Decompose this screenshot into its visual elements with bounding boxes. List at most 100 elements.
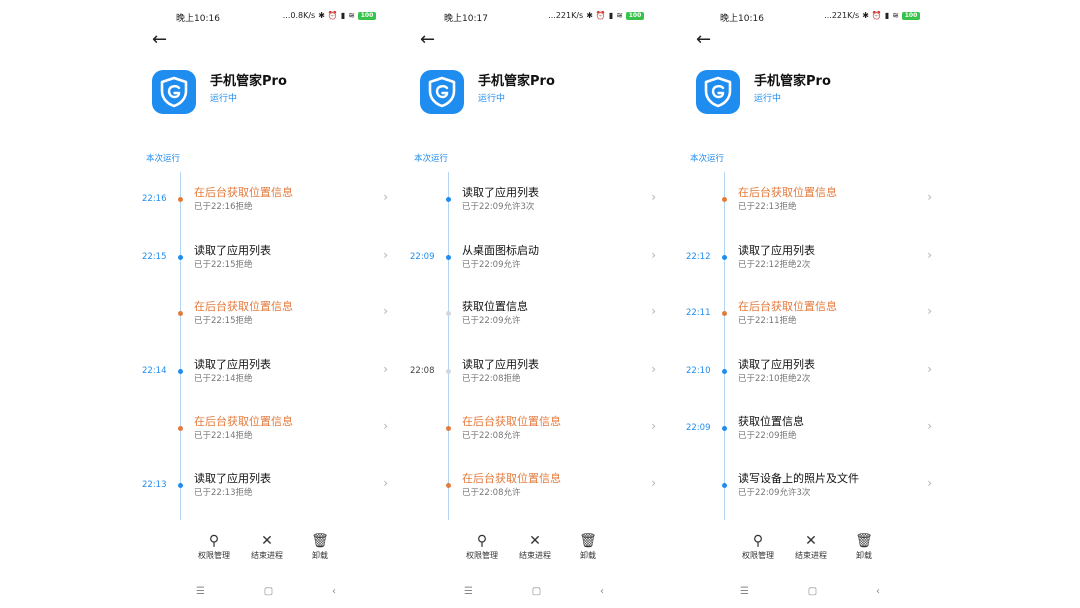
system-nav-bar: ☰ ▢ ‹ xyxy=(740,582,880,600)
battery-icon: 100 xyxy=(902,11,920,20)
event-row[interactable]: 22:09 从桌面图标启动 已于22:09允许 › xyxy=(404,242,676,282)
app-status: 运行中 xyxy=(754,94,782,104)
event-row[interactable]: 在后台获取位置信息 已于22:08允许 › xyxy=(404,470,676,510)
end-process-button[interactable]: ✕ 结束进程 xyxy=(789,532,833,564)
end-process-label: 结束进程 xyxy=(795,551,827,560)
event-time-label: 22:08 xyxy=(410,366,435,376)
event-row[interactable]: 22:10 读取了应用列表 已于22:10拒绝2次 › xyxy=(680,356,952,396)
phone-screen-2: 晚上10:17 ...221K/s ✱ ⏰ ▮ ≋ 100 ← 手机管家Pro … xyxy=(404,0,676,608)
status-time: 晚上10:16 xyxy=(176,14,220,24)
status-bar: 晚上10:16 ...0.8K/s ✱ ⏰ ▮ ≋ 100 xyxy=(136,9,408,25)
app-name: 手机管家Pro xyxy=(754,74,831,89)
event-row[interactable]: 22:14 读取了应用列表 已于22:14拒绝 › xyxy=(136,356,408,396)
uninstall-button[interactable]: 🗑 卸载 xyxy=(298,532,342,564)
battery-icon: 100 xyxy=(358,11,376,20)
event-row[interactable]: 22:11 在后台获取位置信息 已于22:11拒绝 › xyxy=(680,298,952,338)
chevron-right-icon: › xyxy=(383,248,388,262)
status-bar: 晚上10:17 ...221K/s ✱ ⏰ ▮ ≋ 100 xyxy=(404,9,676,25)
close-icon: ✕ xyxy=(529,533,541,549)
event-time-label: 22:15 xyxy=(142,252,167,262)
chevron-right-icon: › xyxy=(927,419,932,433)
chevron-right-icon: › xyxy=(651,419,656,433)
back-arrow-icon[interactable]: ← xyxy=(152,30,172,50)
timeline-dot xyxy=(178,255,183,260)
event-row[interactable]: 在后台获取位置信息 已于22:13拒绝 › xyxy=(680,184,952,224)
back-arrow-icon[interactable]: ← xyxy=(420,30,440,50)
back-nav-icon[interactable]: ‹ xyxy=(600,586,604,597)
event-subtitle: 已于22:08拒绝 xyxy=(462,374,521,384)
app-shield-icon xyxy=(152,70,196,114)
key-icon: ⚲ xyxy=(752,533,764,549)
event-time-label: 22:14 xyxy=(142,366,167,376)
event-subtitle: 已于22:08允许 xyxy=(462,431,521,441)
event-title: 读写设备上的照片及文件 xyxy=(738,472,859,485)
end-process-button[interactable]: ✕ 结束进程 xyxy=(245,532,289,564)
event-subtitle: 已于22:11拒绝 xyxy=(738,316,797,326)
menu-icon[interactable]: ☰ xyxy=(464,586,473,597)
event-row[interactable]: 在后台获取位置信息 已于22:15拒绝 › xyxy=(136,298,408,338)
event-title: 从桌面图标启动 xyxy=(462,244,539,257)
alarm-icon: ⏰ xyxy=(327,11,338,20)
menu-icon[interactable]: ☰ xyxy=(196,586,205,597)
event-title: 在后台获取位置信息 xyxy=(738,300,837,313)
app-name: 手机管家Pro xyxy=(478,74,555,89)
system-nav-bar: ☰ ▢ ‹ xyxy=(196,582,336,600)
event-time-label: 22:12 xyxy=(686,252,711,262)
end-process-button[interactable]: ✕ 结束进程 xyxy=(513,532,557,564)
event-title: 读取了应用列表 xyxy=(738,244,815,257)
phone-screen-3: 晚上10:16 ...221K/s ✱ ⏰ ▮ ≋ 100 ← 手机管家Pro … xyxy=(680,0,952,608)
uninstall-button[interactable]: 🗑 卸载 xyxy=(566,532,610,564)
event-row[interactable]: 22:16 在后台获取位置信息 已于22:16拒绝 › xyxy=(136,184,408,224)
trash-icon: 🗑 xyxy=(579,533,597,549)
bottom-actions: ⚲ 权限管理 ✕ 结束进程 🗑 卸载 xyxy=(736,532,886,564)
event-subtitle: 已于22:09拒绝 xyxy=(738,431,797,441)
timeline-dot xyxy=(446,197,451,202)
event-subtitle: 已于22:15拒绝 xyxy=(194,316,253,326)
key-icon: ⚲ xyxy=(476,533,488,549)
back-nav-icon[interactable]: ‹ xyxy=(876,586,880,597)
event-time-label: 22:11 xyxy=(686,308,711,318)
key-icon: ⚲ xyxy=(208,533,220,549)
back-nav-icon[interactable]: ‹ xyxy=(332,586,336,597)
permission-manage-button[interactable]: ⚲ 权限管理 xyxy=(736,532,780,564)
home-icon[interactable]: ▢ xyxy=(264,586,273,597)
chevron-right-icon: › xyxy=(927,304,932,318)
event-row[interactable]: 22:13 读取了应用列表 已于22:13拒绝 › xyxy=(136,470,408,510)
timeline-dot xyxy=(446,369,451,374)
section-header: 本次运行 xyxy=(690,154,725,164)
event-time-label: 22:13 xyxy=(142,480,167,490)
permission-manage-button[interactable]: ⚲ 权限管理 xyxy=(192,532,236,564)
status-time: 晚上10:16 xyxy=(720,14,764,24)
permission-manage-button[interactable]: ⚲ 权限管理 xyxy=(460,532,504,564)
event-row[interactable]: 在后台获取位置信息 已于22:14拒绝 › xyxy=(136,413,408,453)
event-row[interactable]: 读取了应用列表 已于22:09允许3次 › xyxy=(404,184,676,224)
bluetooth-icon: ✱ xyxy=(586,11,593,20)
event-row[interactable]: 读写设备上的照片及文件 已于22:09允许3次 › xyxy=(680,470,952,510)
home-icon[interactable]: ▢ xyxy=(532,586,541,597)
timeline-dot xyxy=(178,426,183,431)
event-row[interactable]: 在后台获取位置信息 已于22:08允许 › xyxy=(404,413,676,453)
bluetooth-icon: ✱ xyxy=(862,11,869,20)
event-row[interactable]: 22:08 读取了应用列表 已于22:08拒绝 › xyxy=(404,356,676,396)
uninstall-button[interactable]: 🗑 卸载 xyxy=(842,532,886,564)
event-title: 获取位置信息 xyxy=(738,415,804,428)
chevron-right-icon: › xyxy=(383,362,388,376)
event-subtitle: 已于22:14拒绝 xyxy=(194,374,253,384)
timeline-dot xyxy=(446,311,451,316)
event-subtitle: 已于22:09允许3次 xyxy=(462,202,535,212)
event-row[interactable]: 获取位置信息 已于22:09允许 › xyxy=(404,298,676,338)
event-subtitle: 已于22:14拒绝 xyxy=(194,431,253,441)
chevron-right-icon: › xyxy=(651,248,656,262)
event-row[interactable]: 22:15 读取了应用列表 已于22:15拒绝 › xyxy=(136,242,408,282)
home-icon[interactable]: ▢ xyxy=(808,586,817,597)
timeline-line xyxy=(448,172,449,520)
close-icon: ✕ xyxy=(261,533,273,549)
event-title: 获取位置信息 xyxy=(462,300,528,313)
event-row[interactable]: 22:09 获取位置信息 已于22:09拒绝 › xyxy=(680,413,952,453)
menu-icon[interactable]: ☰ xyxy=(740,586,749,597)
bottom-actions: ⚲ 权限管理 ✕ 结束进程 🗑 卸载 xyxy=(192,532,342,564)
chevron-right-icon: › xyxy=(927,248,932,262)
back-arrow-icon[interactable]: ← xyxy=(696,30,716,50)
event-row[interactable]: 22:12 读取了应用列表 已于22:12拒绝2次 › xyxy=(680,242,952,282)
bottom-actions: ⚲ 权限管理 ✕ 结束进程 🗑 卸载 xyxy=(460,532,610,564)
